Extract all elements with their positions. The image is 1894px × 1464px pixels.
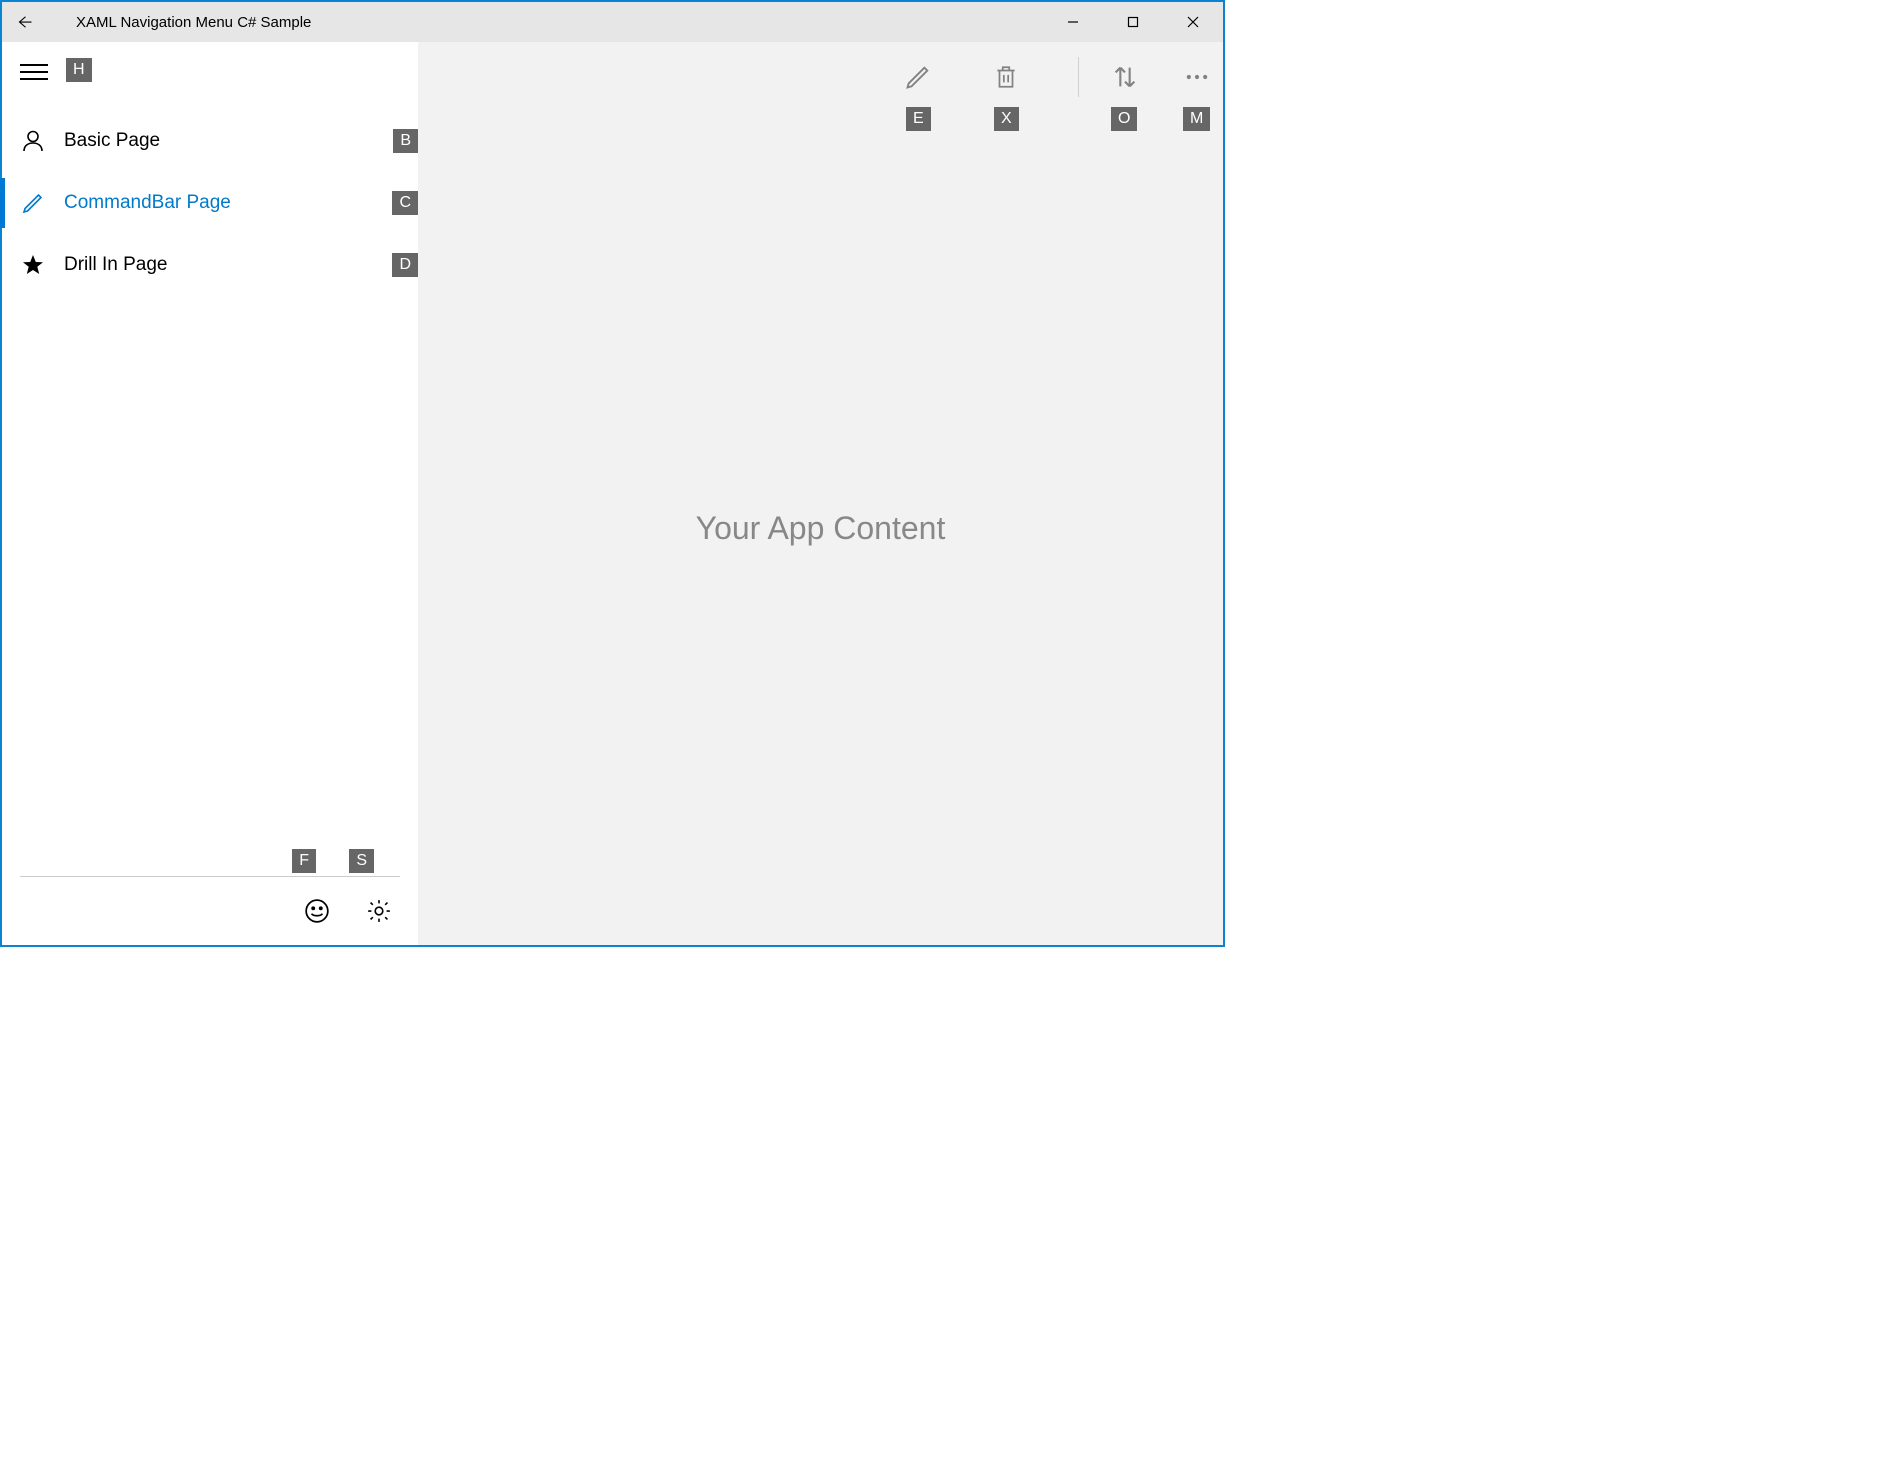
cmd-delete-button[interactable]: X (990, 61, 1022, 93)
hamburger-button[interactable] (20, 58, 48, 86)
window-title: XAML Navigation Menu C# Sample (76, 14, 311, 31)
hamburger-row: H (2, 42, 418, 102)
keytip-more: M (1183, 107, 1210, 131)
pencil-icon (904, 63, 932, 91)
emoji-icon (304, 898, 330, 924)
command-bar: E X O M (418, 42, 1223, 112)
window-controls (1043, 2, 1223, 42)
feedback-button[interactable] (302, 896, 332, 926)
maximize-icon (1127, 16, 1139, 28)
cmd-edit-button[interactable]: E (902, 61, 934, 93)
back-button[interactable] (2, 2, 46, 42)
keytip-commandbar: C (392, 191, 418, 215)
gear-icon (366, 898, 392, 924)
close-button[interactable] (1163, 2, 1223, 42)
cmd-more-button[interactable]: M (1181, 61, 1213, 93)
keytip-feedback: F (292, 849, 316, 873)
nav-item-label: CommandBar Page (64, 192, 231, 214)
content-area: E X O M (418, 42, 1223, 945)
footer-icons (2, 877, 418, 945)
content-center: Your App Content (418, 112, 1223, 945)
client-area: H Basic Page B (2, 42, 1223, 945)
keytip-edit: E (906, 107, 931, 131)
keytip-basic: B (393, 129, 418, 153)
nav-item-commandbar[interactable]: CommandBar Page C (2, 172, 418, 234)
navigation-pane: H Basic Page B (2, 42, 418, 945)
nav-item-label: Basic Page (64, 130, 160, 152)
back-arrow-icon (15, 13, 33, 31)
nav-item-label: Drill In Page (64, 254, 168, 276)
trash-icon (993, 63, 1019, 91)
title-bar: XAML Navigation Menu C# Sample (2, 2, 1223, 42)
keytip-hamburger: H (66, 58, 92, 82)
cmd-sort-button[interactable]: O (1109, 61, 1141, 93)
settings-button[interactable] (364, 896, 394, 926)
minimize-icon (1067, 16, 1079, 28)
command-separator (1078, 57, 1079, 97)
minimize-button[interactable] (1043, 2, 1103, 42)
keytip-sort: O (1111, 107, 1137, 131)
edit-icon (20, 190, 46, 216)
close-icon (1187, 16, 1199, 28)
keytip-drillin: D (392, 253, 418, 277)
more-icon (1183, 63, 1211, 91)
contact-icon (20, 128, 46, 154)
keytip-settings: S (349, 849, 374, 873)
nav-footer: F S (2, 876, 418, 945)
nav-items: Basic Page B CommandBar Page C (2, 110, 418, 296)
nav-item-basic[interactable]: Basic Page B (2, 110, 418, 172)
content-placeholder: Your App Content (696, 510, 946, 547)
keytip-delete: X (994, 107, 1019, 131)
maximize-button[interactable] (1103, 2, 1163, 42)
star-icon (20, 252, 46, 278)
sort-icon (1111, 63, 1139, 91)
nav-item-drillin[interactable]: Drill In Page D (2, 234, 418, 296)
